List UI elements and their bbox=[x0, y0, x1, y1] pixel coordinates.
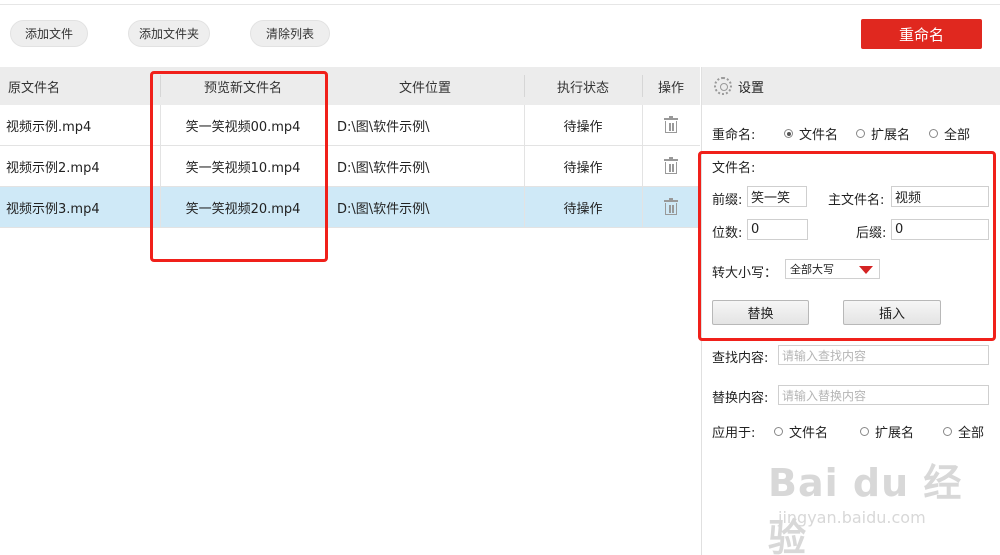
radio-icon bbox=[856, 129, 865, 138]
rename-radio-all[interactable]: 全部 bbox=[929, 124, 970, 143]
radio-selected-icon bbox=[784, 129, 793, 138]
header-status[interactable]: 执行状态 bbox=[524, 67, 642, 105]
replace-content-label: 替换内容: bbox=[712, 391, 769, 406]
trash-icon bbox=[664, 115, 678, 133]
digits-input[interactable]: 0 bbox=[747, 219, 808, 240]
radio-label: 扩展名 bbox=[871, 128, 911, 143]
header-location[interactable]: 文件位置 bbox=[326, 67, 524, 105]
radio-icon bbox=[860, 427, 869, 436]
cell-preview-name: 笑一笑视频10.mp4 bbox=[185, 160, 301, 176]
suffix-input[interactable]: 0 bbox=[891, 219, 989, 240]
radio-label: 全部 bbox=[944, 128, 971, 143]
rename-radio-extension[interactable]: 扩展名 bbox=[856, 124, 910, 143]
cell-preview-name: 笑一笑视频00.mp4 bbox=[185, 119, 301, 135]
settings-title: 设置 bbox=[738, 80, 765, 96]
baidu-watermark-logo: Bai du 经验 bbox=[768, 461, 963, 555]
header-action: 操作 bbox=[657, 80, 684, 96]
trash-icon bbox=[664, 197, 678, 215]
trash-icon bbox=[664, 156, 678, 174]
radio-icon bbox=[943, 427, 952, 436]
cell-location: D:\图\软件示例\ bbox=[337, 160, 430, 176]
top-divider bbox=[0, 4, 1000, 5]
case-select[interactable]: 全部大写 bbox=[785, 259, 880, 279]
rename-button[interactable]: 重命名 bbox=[861, 19, 982, 49]
case-label: 转大小写： bbox=[712, 266, 778, 281]
radio-label: 文件名 bbox=[799, 128, 839, 143]
delete-row-button[interactable] bbox=[642, 187, 700, 227]
delete-row-button[interactable] bbox=[642, 105, 700, 145]
table-row[interactable]: 视频示例2.mp4 笑一笑视频10.mp4 D:\图\软件示例\ 待操作 bbox=[0, 146, 700, 187]
header-original-name[interactable]: 原文件名 bbox=[8, 67, 60, 105]
cell-original-name: 视频示例.mp4 bbox=[6, 119, 92, 135]
add-folder-button[interactable]: 添加文件夹 bbox=[128, 20, 210, 47]
table-header: 原文件名 预览新文件名 文件位置 执行状态 操作 bbox=[0, 67, 700, 105]
digits-label: 位数: bbox=[712, 226, 743, 241]
app-window: 添加文件 添加文件夹 清除列表 重命名 原文件名 预览新文件名 文件位置 执行状… bbox=[0, 0, 1000, 555]
apply-radio-extension[interactable]: 扩展名 bbox=[860, 422, 914, 441]
prefix-input[interactable]: 笑一笑 bbox=[747, 186, 807, 207]
apply-radio-filename[interactable]: 文件名 bbox=[774, 422, 828, 441]
apply-to-label: 应用于: bbox=[712, 426, 756, 441]
cell-original-name: 视频示例2.mp4 bbox=[6, 160, 100, 176]
rename-mode-label: 重命名: bbox=[712, 128, 756, 143]
table-row[interactable]: 视频示例3.mp4 笑一笑视频20.mp4 D:\图\软件示例\ 待操作 bbox=[0, 187, 700, 228]
table-row[interactable]: 视频示例.mp4 笑一笑视频00.mp4 D:\图\软件示例\ 待操作 bbox=[0, 105, 700, 146]
radio-icon bbox=[774, 427, 783, 436]
insert-button[interactable]: 插入 bbox=[843, 300, 941, 325]
radio-label: 扩展名 bbox=[875, 426, 915, 441]
main-name-input[interactable]: 视频 bbox=[891, 186, 989, 207]
clear-list-button[interactable]: 清除列表 bbox=[250, 20, 330, 47]
baidu-watermark-url: jingyan.baidu.com bbox=[778, 508, 926, 527]
cell-location: D:\图\软件示例\ bbox=[337, 119, 430, 135]
prefix-label: 前缀: bbox=[712, 193, 743, 208]
cell-status: 待操作 bbox=[563, 160, 603, 176]
suffix-label: 后缀: bbox=[856, 226, 887, 241]
replace-button[interactable]: 替换 bbox=[712, 300, 809, 325]
header-preview-name[interactable]: 预览新文件名 bbox=[160, 67, 326, 105]
dropdown-arrow-icon bbox=[859, 266, 873, 274]
settings-header: 设置 bbox=[702, 67, 1000, 105]
find-label: 查找内容: bbox=[712, 351, 769, 366]
file-table: 原文件名 预览新文件名 文件位置 执行状态 操作 视频示例.mp4 笑一笑视频0… bbox=[0, 67, 700, 555]
apply-radio-all[interactable]: 全部 bbox=[943, 422, 984, 441]
rename-radio-filename[interactable]: 文件名 bbox=[784, 124, 838, 143]
delete-row-button[interactable] bbox=[642, 146, 700, 186]
cell-preview-name: 笑一笑视频20.mp4 bbox=[185, 201, 301, 217]
filename-section-label: 文件名: bbox=[712, 161, 756, 176]
cell-original-name: 视频示例3.mp4 bbox=[6, 201, 100, 217]
radio-label: 文件名 bbox=[789, 426, 829, 441]
main-name-label: 主文件名: bbox=[828, 193, 885, 208]
cell-status: 待操作 bbox=[563, 119, 603, 135]
cell-location: D:\图\软件示例\ bbox=[337, 201, 430, 217]
find-input[interactable]: 请输入查找内容 bbox=[778, 345, 989, 365]
gear-icon bbox=[714, 77, 732, 95]
case-select-value: 全部大写 bbox=[790, 263, 834, 276]
add-file-button[interactable]: 添加文件 bbox=[10, 20, 88, 47]
radio-label: 全部 bbox=[958, 426, 985, 441]
cell-status: 待操作 bbox=[563, 201, 603, 217]
replace-content-input[interactable]: 请输入替换内容 bbox=[778, 385, 989, 405]
radio-icon bbox=[929, 129, 938, 138]
